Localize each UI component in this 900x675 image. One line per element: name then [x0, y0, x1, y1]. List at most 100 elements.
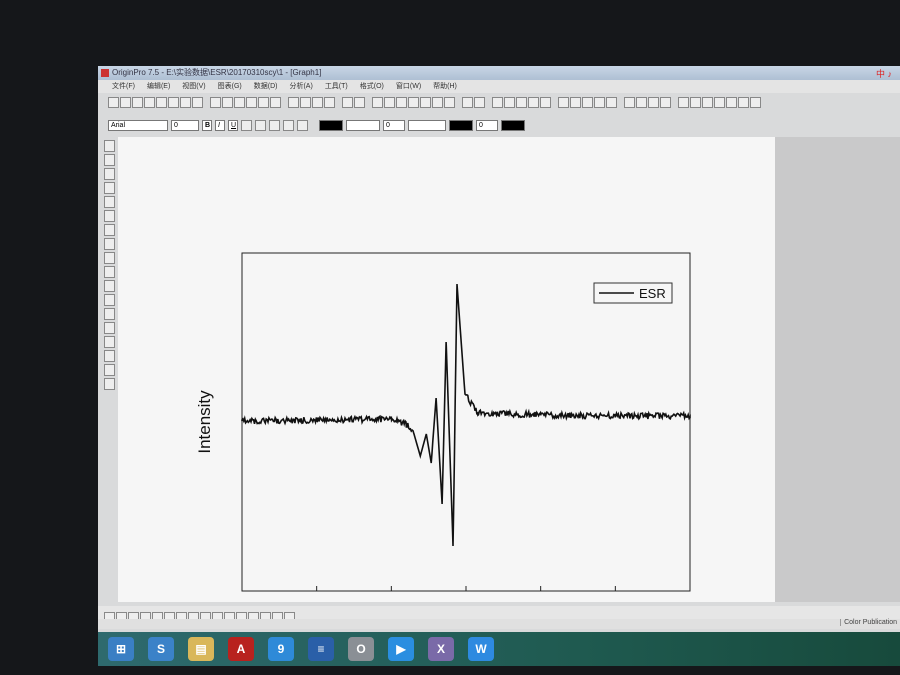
- toolbar-button-icon[interactable]: [714, 97, 725, 108]
- toolbar-button-icon[interactable]: [702, 97, 713, 108]
- tool-button-icon[interactable]: [104, 308, 115, 320]
- toolbar-button-icon[interactable]: [156, 97, 167, 108]
- line-color-select[interactable]: [319, 120, 343, 131]
- menu-item[interactable]: 格式(O): [360, 83, 384, 90]
- toolbar-button-icon[interactable]: [690, 97, 701, 108]
- toolbar-button-icon[interactable]: [408, 97, 419, 108]
- font-select[interactable]: Arial: [108, 120, 168, 131]
- taskbar-xps-viewer-icon[interactable]: X: [428, 637, 454, 661]
- toolbar-button-icon[interactable]: [246, 97, 257, 108]
- toolbar-button-icon[interactable]: [234, 97, 245, 108]
- toolbar-button-icon[interactable]: [288, 97, 299, 108]
- toolbar-button-icon[interactable]: [132, 97, 143, 108]
- toolbar-button-icon[interactable]: [396, 97, 407, 108]
- bold-button[interactable]: B: [202, 120, 212, 131]
- menu-item[interactable]: 数据(D): [254, 83, 278, 90]
- menu-item[interactable]: 编辑(E): [147, 83, 170, 90]
- toolbar-button-icon[interactable]: [168, 97, 179, 108]
- tool-button-icon[interactable]: [104, 238, 115, 250]
- toolbar-button-icon[interactable]: [108, 97, 119, 108]
- toolbar-button-icon[interactable]: [594, 97, 605, 108]
- tool-button-icon[interactable]: [104, 210, 115, 222]
- toolbar-button-icon[interactable]: [606, 97, 617, 108]
- tool-button-icon[interactable]: [104, 378, 115, 390]
- tool-button-icon[interactable]: [104, 336, 115, 348]
- taskbar-start-icon[interactable]: ⊞: [108, 637, 134, 661]
- toolbar-button-icon[interactable]: [342, 97, 353, 108]
- toolbar-button-icon[interactable]: [750, 97, 761, 108]
- taskbar-wps-icon[interactable]: W: [468, 637, 494, 661]
- menu-item[interactable]: 文件(F): [112, 83, 135, 90]
- symbol-color-select[interactable]: [501, 120, 525, 131]
- tool-button-icon[interactable]: [104, 280, 115, 292]
- tool-button-icon[interactable]: [104, 252, 115, 264]
- tool-button-icon[interactable]: [104, 266, 115, 278]
- toolbar-button-icon[interactable]: [648, 97, 659, 108]
- italic-button[interactable]: I: [215, 120, 225, 131]
- toolbar-button-icon[interactable]: [210, 97, 221, 108]
- toolbar-button-icon[interactable]: [300, 97, 311, 108]
- toolbar-button-icon[interactable]: [192, 97, 203, 108]
- tool-button-icon[interactable]: [104, 350, 115, 362]
- tool-button-icon[interactable]: [104, 140, 115, 152]
- toolbar-button-icon[interactable]: [354, 97, 365, 108]
- decrease-font-icon[interactable]: [297, 120, 308, 131]
- toolbar-button-icon[interactable]: [384, 97, 395, 108]
- fill-color-select[interactable]: [449, 120, 473, 131]
- superscript-icon[interactable]: [241, 120, 252, 131]
- toolbar-button-icon[interactable]: [660, 97, 671, 108]
- toolbar-button-icon[interactable]: [258, 97, 269, 108]
- tool-button-icon[interactable]: [104, 154, 115, 166]
- menu-item[interactable]: 分析(A): [289, 83, 312, 90]
- tool-button-icon[interactable]: [104, 224, 115, 236]
- increase-font-icon[interactable]: [283, 120, 294, 131]
- menu-item[interactable]: 图表(G): [218, 83, 242, 90]
- toolbar-button-icon[interactable]: [222, 97, 233, 108]
- subscript-icon[interactable]: [255, 120, 266, 131]
- taskbar-app-doc-icon[interactable]: ≡: [308, 637, 334, 661]
- menu-item[interactable]: 帮助(H): [433, 83, 457, 90]
- line-width-select[interactable]: 0: [383, 120, 405, 131]
- toolbar-button-icon[interactable]: [636, 97, 647, 108]
- toolbar-button-icon[interactable]: [444, 97, 455, 108]
- toolbar-button-icon[interactable]: [540, 97, 551, 108]
- taskbar-origin-icon[interactable]: O: [348, 637, 374, 661]
- tool-button-icon[interactable]: [104, 322, 115, 334]
- toolbar-button-icon[interactable]: [462, 97, 473, 108]
- taskbar-sogou-icon[interactable]: S: [148, 637, 174, 661]
- tool-button-icon[interactable]: [104, 168, 115, 180]
- menu-item[interactable]: 窗口(W): [396, 83, 421, 90]
- ime-indicator[interactable]: 中 ♪: [876, 67, 892, 81]
- toolbar-button-icon[interactable]: [432, 97, 443, 108]
- line-style-select[interactable]: [346, 120, 380, 131]
- toolbar-button-icon[interactable]: [180, 97, 191, 108]
- taskbar-acrobat-icon[interactable]: A: [228, 637, 254, 661]
- font-size-select[interactable]: 0: [171, 120, 199, 131]
- toolbar-button-icon[interactable]: [582, 97, 593, 108]
- tool-button-icon[interactable]: [104, 294, 115, 306]
- menu-item[interactable]: 工具(T): [325, 83, 348, 90]
- graph-page[interactable]: 2000250030003500400045005000 Intensity g…: [118, 137, 775, 602]
- toolbar-button-icon[interactable]: [516, 97, 527, 108]
- toolbar-button-icon[interactable]: [738, 97, 749, 108]
- tool-button-icon[interactable]: [104, 364, 115, 376]
- toolbar-button-icon[interactable]: [420, 97, 431, 108]
- underline-button[interactable]: U: [228, 120, 238, 131]
- toolbar-button-icon[interactable]: [624, 97, 635, 108]
- symbol-size-select[interactable]: 0: [476, 120, 498, 131]
- tool-button-icon[interactable]: [104, 196, 115, 208]
- toolbar-button-icon[interactable]: [570, 97, 581, 108]
- menu-item[interactable]: 视图(V): [182, 83, 205, 90]
- toolbar-button-icon[interactable]: [144, 97, 155, 108]
- tool-button-icon[interactable]: [104, 182, 115, 194]
- taskbar-app-blue-icon[interactable]: 9: [268, 637, 294, 661]
- toolbar-button-icon[interactable]: [678, 97, 689, 108]
- toolbar-button-icon[interactable]: [504, 97, 515, 108]
- pattern-select[interactable]: [408, 120, 446, 131]
- toolbar-button-icon[interactable]: [312, 97, 323, 108]
- toolbar-button-icon[interactable]: [372, 97, 383, 108]
- greek-icon[interactable]: [269, 120, 280, 131]
- taskbar-video-player-icon[interactable]: ▶: [388, 637, 414, 661]
- toolbar-button-icon[interactable]: [324, 97, 335, 108]
- toolbar-button-icon[interactable]: [528, 97, 539, 108]
